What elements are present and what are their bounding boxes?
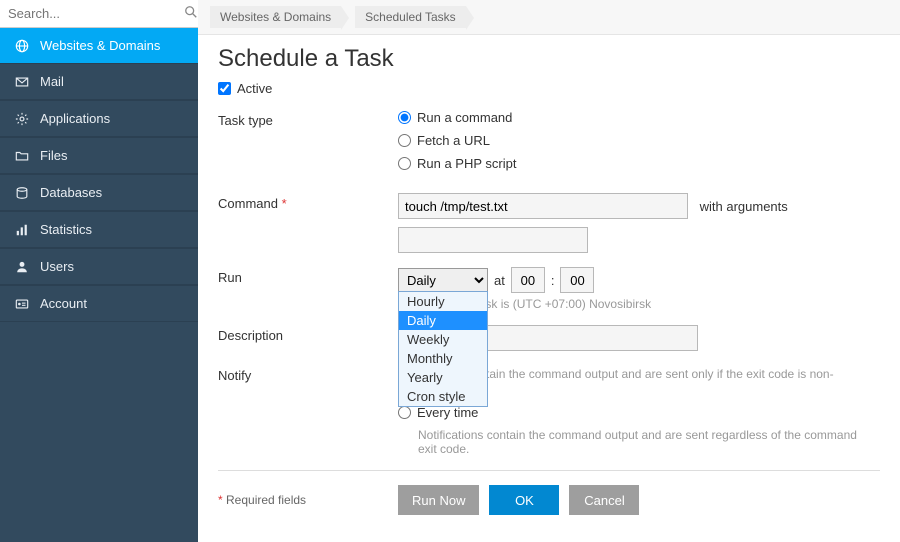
run-frequency-dropdown: Hourly Daily Weekly Monthly Yearly Cron … (398, 291, 488, 407)
run-minute-input[interactable] (560, 267, 594, 293)
dropdown-option-weekly[interactable]: Weekly (399, 330, 487, 349)
run-hour-input[interactable] (511, 267, 545, 293)
run-label: Run (218, 267, 398, 285)
notify-label: Notify (218, 365, 398, 383)
sidebar-item-account[interactable]: Account (0, 285, 198, 322)
with-arguments-label: with arguments (700, 199, 788, 214)
notify-every-desc: Notifications contain the command output… (418, 428, 878, 456)
sidebar-item-users[interactable]: Users (0, 248, 198, 285)
dropdown-option-hourly[interactable]: Hourly (399, 292, 487, 311)
run-frequency-select[interactable]: Daily (398, 268, 488, 292)
task-type-label: Task type (218, 110, 398, 128)
sidebar-item-files[interactable]: Files (0, 137, 198, 174)
radio-run-php[interactable] (398, 157, 411, 170)
sidebar-item-label: Applications (40, 111, 110, 126)
sidebar-item-label: Websites & Domains (40, 38, 160, 53)
description-label: Description (218, 325, 398, 343)
radio-notify-every[interactable] (398, 406, 411, 419)
run-now-button[interactable]: Run Now (398, 485, 479, 515)
required-star: * (218, 493, 226, 507)
dropdown-option-daily[interactable]: Daily (399, 311, 487, 330)
sidebar-item-label: Statistics (40, 222, 92, 237)
radio-fetch-url-label: Fetch a URL (417, 133, 490, 148)
sidebar: Websites & Domains Mail Applications Fil… (0, 0, 198, 542)
radio-run-command-label: Run a command (417, 110, 512, 125)
command-input[interactable] (398, 193, 688, 219)
sidebar-item-label: Databases (40, 185, 102, 200)
dropdown-option-cron[interactable]: Cron style (399, 387, 487, 406)
run-colon: : (551, 273, 555, 288)
dropdown-option-yearly[interactable]: Yearly (399, 368, 487, 387)
radio-notify-every-label: Every time (417, 405, 478, 420)
sidebar-item-websites-domains[interactable]: Websites & Domains (0, 28, 198, 63)
required-star: * (282, 196, 287, 211)
card-icon (14, 297, 30, 311)
required-fields-label: Required fields (226, 493, 306, 507)
arguments-input[interactable] (398, 227, 588, 253)
run-at-label: at (494, 273, 505, 288)
user-icon (14, 260, 30, 274)
separator (218, 470, 880, 471)
cancel-button[interactable]: Cancel (569, 485, 639, 515)
globe-icon (14, 39, 30, 53)
radio-run-command[interactable] (398, 111, 411, 124)
sidebar-item-applications[interactable]: Applications (0, 100, 198, 137)
main-content: Websites & Domains Scheduled Tasks Sched… (198, 0, 900, 542)
sidebar-item-label: Account (40, 296, 87, 311)
database-icon (14, 186, 30, 200)
sidebar-item-label: Users (40, 259, 74, 274)
gear-icon (14, 112, 30, 126)
sidebar-item-databases[interactable]: Databases (0, 174, 198, 211)
sidebar-item-statistics[interactable]: Statistics (0, 211, 198, 248)
search-box (0, 0, 198, 28)
ok-button[interactable]: OK (489, 485, 559, 515)
search-input[interactable] (8, 6, 184, 21)
search-icon[interactable] (184, 5, 198, 22)
stats-icon (14, 223, 30, 237)
sidebar-item-label: Files (40, 148, 67, 163)
mail-icon (14, 75, 30, 89)
sidebar-item-label: Mail (40, 74, 64, 89)
breadcrumb-item[interactable]: Scheduled Tasks (355, 6, 466, 28)
radio-fetch-url[interactable] (398, 134, 411, 147)
active-label: Active (237, 81, 272, 96)
command-label: Command (218, 196, 278, 211)
radio-run-php-label: Run a PHP script (417, 156, 516, 171)
active-checkbox[interactable] (218, 82, 231, 95)
breadcrumb: Websites & Domains Scheduled Tasks (198, 0, 900, 35)
breadcrumb-item[interactable]: Websites & Domains (210, 6, 341, 28)
sidebar-item-mail[interactable]: Mail (0, 63, 198, 100)
page-title: Schedule a Task (218, 45, 880, 73)
folder-icon (14, 149, 30, 163)
dropdown-option-monthly[interactable]: Monthly (399, 349, 487, 368)
